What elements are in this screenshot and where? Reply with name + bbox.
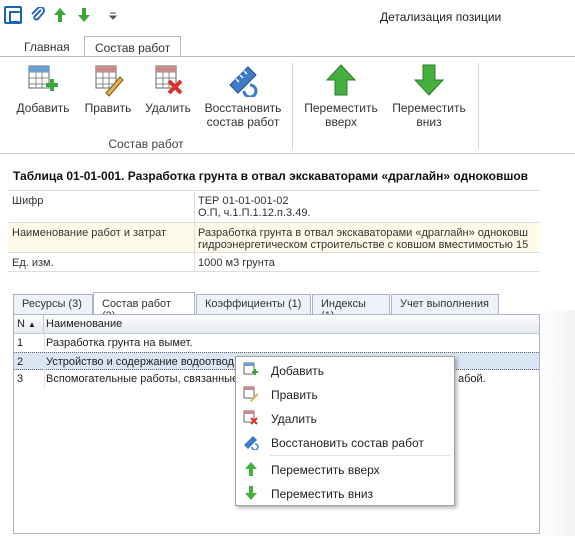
move-up-label-line2: вверх — [325, 115, 357, 129]
arrow-down-icon — [413, 64, 445, 96]
ribbon-tabs: Главная Состав работ — [0, 32, 575, 58]
arrow-down-icon — [245, 486, 257, 500]
add-button[interactable]: Добавить — [12, 63, 74, 115]
table-row[interactable]: 1 Разработка грунта на вымет. — [14, 334, 539, 352]
arrow-up-icon — [325, 64, 357, 96]
cell-divider — [44, 353, 45, 371]
ribbon-separator — [292, 63, 293, 149]
app-icon[interactable] — [4, 6, 22, 24]
cipher-line2: О.П, ч.1.П.1.12.п.3.49. — [198, 207, 311, 219]
ribbon: Добавить Править Удалить Восстановить со… — [0, 56, 575, 154]
prop-divider — [194, 253, 195, 271]
arrow-down-icon[interactable] — [76, 7, 92, 23]
delete-table-icon — [155, 65, 183, 95]
menu-item-add[interactable]: Добавить — [237, 359, 453, 381]
title-bar: Детализация позиции — [0, 0, 575, 32]
sort-asc-icon: ▲ — [28, 320, 36, 329]
edit-table-icon — [95, 65, 124, 97]
add-table-icon — [28, 65, 58, 91]
grid-header: N ▲ Наименование — [14, 315, 539, 334]
tab-main[interactable]: Главная — [14, 36, 80, 57]
row-number: 1 — [17, 337, 24, 349]
restore-icon — [244, 436, 259, 450]
menu-item-edit[interactable]: Править — [237, 383, 453, 405]
column-name-header[interactable]: Наименование — [46, 318, 122, 330]
menu-item-restore-label: Восстановить состав работ — [271, 436, 424, 450]
customize-icon[interactable] — [108, 7, 118, 23]
restore-label-line2: состав работ — [206, 115, 280, 129]
window-title: Детализация позиции — [380, 10, 502, 24]
row-name: Вспомогательные работы, связанные — [46, 373, 239, 385]
table-title: Таблица 01-01-001. Разработка грунта в о… — [13, 169, 529, 183]
prop-divider — [194, 223, 195, 252]
row-number: 3 — [17, 373, 24, 385]
move-down-label-line1: Переместить — [392, 101, 466, 115]
prop-cipher-label: Шифр — [12, 195, 44, 207]
prop-work-name-label: Наименование работ и затрат — [12, 227, 167, 239]
arrow-up-icon — [245, 462, 257, 476]
menu-item-move-up[interactable]: Переместить вверх — [237, 458, 453, 480]
menu-item-add-label: Добавить — [271, 364, 325, 378]
restore-icon — [229, 66, 258, 97]
ribbon-group-label: Состав работ — [108, 137, 184, 151]
tab-work-composition[interactable]: Состав работ — [84, 36, 182, 58]
cell-divider — [44, 370, 45, 388]
prop-work-name-value: Разработка грунта в отвал экскаваторами … — [198, 227, 528, 251]
row-name: Разработка грунта на вымет. — [46, 337, 193, 349]
row-number: 2 — [17, 356, 24, 368]
menu-item-delete[interactable]: Удалить — [237, 407, 453, 429]
move-down-label-line2: вниз — [416, 115, 442, 129]
delete-button-label: Удалить — [145, 101, 191, 115]
prop-cipher-value: ТЕР 01-01-001-02 О.П, ч.1.П.1.12.п.3.49. — [198, 195, 311, 219]
menu-item-move-down[interactable]: Переместить вниз — [237, 482, 453, 504]
attach-icon[interactable] — [30, 7, 46, 23]
restore-composition-button[interactable]: Восстановить состав работ — [200, 63, 286, 129]
cipher-line1: ТЕР 01-01-001-02 — [198, 195, 289, 207]
prop-cipher: Шифр ТЕР 01-01-001-02 О.П, ч.1.П.1.12.п.… — [8, 190, 540, 222]
add-table-icon — [243, 362, 258, 375]
edit-table-icon — [243, 386, 259, 402]
menu-item-move-down-label: Переместить вниз — [271, 487, 374, 501]
tab-accounting[interactable]: Учет выполнения — [391, 294, 499, 314]
column-n-label: N — [17, 318, 25, 330]
prop-unit-label: Ед. изм. — [12, 257, 54, 269]
column-n-header[interactable]: N ▲ — [14, 315, 44, 334]
tab-coefficients[interactable]: Коэффициенты (1) — [196, 294, 311, 314]
delete-button[interactable]: Удалить — [140, 63, 196, 115]
cell-divider — [44, 334, 45, 352]
window-edge-shadow — [540, 310, 575, 536]
delete-table-icon — [243, 410, 258, 425]
menu-item-edit-label: Править — [271, 388, 318, 402]
ribbon-separator — [478, 63, 479, 149]
prop-unit: Ед. изм. 1000 м3 грунта — [8, 252, 540, 272]
tab-indexes[interactable]: Индексы (1) — [312, 294, 390, 322]
edit-button-label: Править — [84, 101, 132, 115]
prop-work-name: Наименование работ и затрат Разработка г… — [8, 222, 540, 252]
add-button-label: Добавить — [16, 101, 70, 115]
prop-unit-value: 1000 м3 грунта — [198, 257, 275, 269]
work-name-line2: гидроэнергетическом строительстве с ковш… — [198, 239, 529, 251]
edit-button[interactable]: Править — [80, 63, 136, 115]
move-up-button[interactable]: Переместить вверх — [300, 63, 382, 129]
row-name-tail: абой. — [458, 373, 486, 385]
context-menu: Добавить Править Удалить Восстановить со… — [235, 356, 455, 506]
tab-resources[interactable]: Ресурсы (3) — [13, 294, 93, 314]
restore-label-line1: Восстановить — [204, 101, 282, 115]
move-down-button[interactable]: Переместить вниз — [388, 63, 470, 129]
menu-item-move-up-label: Переместить вверх — [271, 463, 380, 477]
subtabs: Ресурсы (3) Состав работ (3) Коэффициент… — [13, 292, 540, 322]
menu-item-delete-label: Удалить — [271, 412, 317, 426]
tab-work-composition-grid[interactable]: Состав работ (3) — [93, 292, 195, 322]
row-name: Устройство и содержание водоотвод — [46, 356, 234, 368]
work-name-line1: Разработка грунта в отвал экскаваторами … — [198, 227, 529, 239]
menu-separator — [270, 455, 450, 456]
arrow-up-icon[interactable] — [52, 7, 68, 23]
menu-item-restore[interactable]: Восстановить состав работ — [237, 431, 453, 453]
move-up-label-line1: Переместить — [304, 101, 378, 115]
prop-divider — [194, 191, 195, 222]
